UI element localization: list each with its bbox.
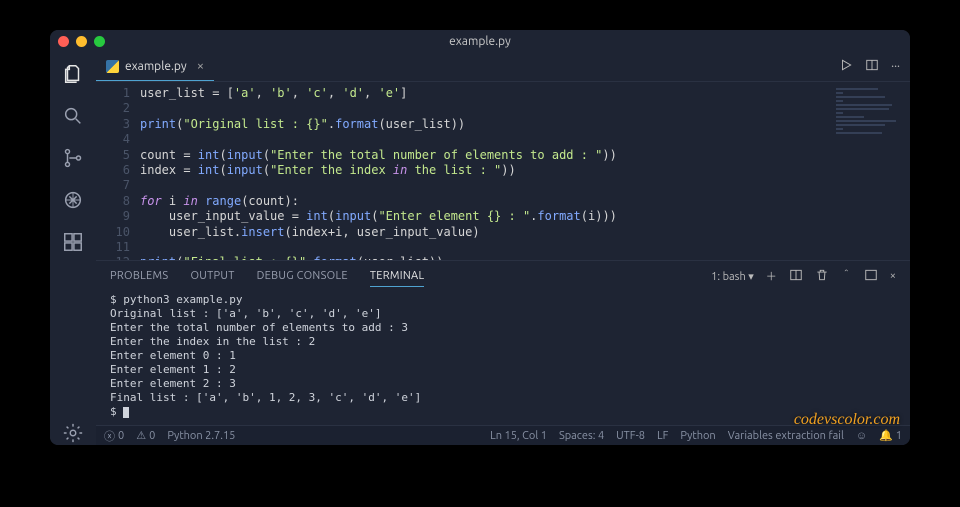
code-editor[interactable]: 12345678910111213 user_list = ['a', 'b',…	[96, 82, 910, 260]
split-editor-icon[interactable]	[865, 58, 879, 75]
status-warnings[interactable]: ⚠ 0	[136, 429, 155, 442]
minimap[interactable]	[836, 86, 906, 196]
editor-tabs: example.py × ···	[96, 52, 910, 82]
explorer-icon[interactable]	[61, 62, 85, 86]
status-language[interactable]: Python	[680, 430, 715, 442]
line-number-gutter: 12345678910111213	[96, 82, 140, 260]
watermark: codevscolor.com	[794, 411, 900, 429]
panel-tab-output[interactable]: OUTPUT	[190, 270, 234, 282]
terminal-output[interactable]: $ python3 example.py Original list : ['a…	[96, 291, 910, 425]
vscode-window: example.py example.py ×	[50, 30, 910, 445]
search-icon[interactable]	[61, 104, 85, 128]
status-cursor-position[interactable]: Ln 15, Col 1	[490, 430, 547, 442]
status-eol[interactable]: LF	[657, 430, 668, 442]
panel-tab-terminal[interactable]: TERMINAL	[370, 270, 425, 287]
status-encoding[interactable]: UTF-8	[616, 430, 645, 442]
status-notifications-icon[interactable]: 🔔 1	[879, 429, 902, 442]
kill-terminal-icon[interactable]	[815, 268, 829, 285]
status-feedback-icon[interactable]: ☺	[856, 430, 867, 442]
python-file-icon	[106, 60, 119, 73]
status-bar: ⓧ 0 ⚠ 0 Python 2.7.15 Ln 15, Col 1 Space…	[96, 425, 910, 445]
source-control-icon[interactable]	[61, 146, 85, 170]
split-terminal-icon[interactable]	[789, 268, 803, 285]
new-terminal-icon[interactable]: ＋	[766, 268, 777, 284]
status-indentation[interactable]: Spaces: 4	[559, 430, 604, 442]
more-actions-icon[interactable]: ···	[891, 60, 900, 73]
terminal-selector[interactable]: 1: bash ▾	[711, 270, 754, 283]
toggle-panel-icon[interactable]	[864, 268, 878, 285]
settings-gear-icon[interactable]	[61, 421, 85, 445]
maximize-panel-icon[interactable]: ＾	[841, 268, 852, 284]
panel-tab-problems[interactable]: PROBLEMS	[110, 270, 168, 282]
close-panel-icon[interactable]: ×	[890, 270, 896, 282]
window-title: example.py	[50, 35, 910, 48]
titlebar: example.py	[50, 30, 910, 52]
tab-filename: example.py	[125, 60, 187, 73]
code-content[interactable]: user_list = ['a', 'b', 'c', 'd', 'e'] pr…	[140, 82, 910, 260]
extensions-icon[interactable]	[61, 230, 85, 254]
run-icon[interactable]	[839, 58, 853, 75]
status-python-version[interactable]: Python 2.7.15	[167, 430, 235, 442]
tab-example-py[interactable]: example.py ×	[96, 52, 214, 81]
debug-icon[interactable]	[61, 188, 85, 212]
close-tab-icon[interactable]: ×	[197, 59, 204, 73]
bottom-panel: PROBLEMS OUTPUT DEBUG CONSOLE TERMINAL 1…	[96, 260, 910, 425]
activity-bar	[50, 52, 96, 445]
status-errors[interactable]: ⓧ 0	[104, 428, 124, 444]
panel-tab-debug[interactable]: DEBUG CONSOLE	[257, 270, 348, 282]
status-extra[interactable]: Variables extraction fail	[728, 430, 844, 442]
